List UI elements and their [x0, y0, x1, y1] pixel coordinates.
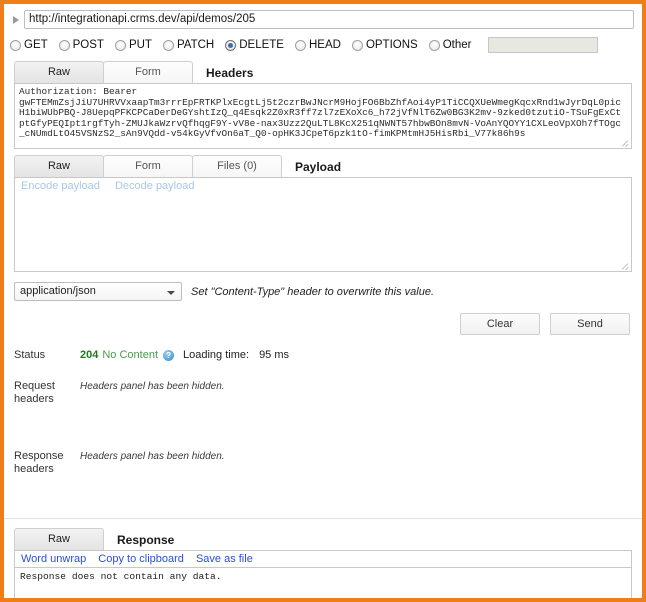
method-radio-head[interactable]: HEAD — [294, 39, 341, 51]
headers-tabstrip: Raw Form Headers — [4, 61, 642, 83]
radio-dot-icon — [294, 39, 306, 51]
content-type-row: application/json Set "Content-Type" head… — [14, 282, 632, 301]
payload-textarea-wrap — [14, 194, 632, 272]
radio-dot-icon — [114, 39, 126, 51]
save-as-file-link[interactable]: Save as file — [196, 553, 253, 565]
status-value: 204 No Content ? Loading time: 95 ms — [80, 349, 289, 361]
tab-headers-form[interactable]: Form — [103, 61, 193, 83]
url-row — [4, 4, 642, 33]
radio-dot-icon — [162, 39, 174, 51]
response-headers-label: Response headers — [14, 450, 80, 476]
result-info: Status 204 No Content ? Loading time: 95… — [14, 349, 642, 476]
response-headers-label-line1: Response — [14, 450, 64, 462]
url-input[interactable] — [24, 10, 634, 29]
method-label-get: GET — [24, 39, 48, 51]
response-toolbar: Word unwrap Copy to clipboard Save as fi… — [14, 550, 632, 567]
method-label-delete: DELETE — [239, 39, 284, 51]
request-headers-note: Headers panel has been hidden. — [80, 381, 225, 392]
custom-method-input[interactable] — [488, 37, 599, 53]
content-type-hint: Set "Content-Type" header to overwrite t… — [191, 285, 435, 298]
word-unwrap-link[interactable]: Word unwrap — [21, 553, 86, 565]
triangle-right-icon[interactable] — [8, 12, 24, 28]
help-circle-icon[interactable]: ? — [163, 349, 175, 361]
headers-textarea[interactable]: Authorization: Bearer gwFTEMmZsjJiU7UHRV… — [14, 83, 632, 149]
content-type-selected-value: application/json — [20, 285, 96, 297]
response-headers-note: Headers panel has been hidden. — [80, 451, 225, 462]
headers-section-title: Headers — [206, 66, 254, 80]
method-label-head: HEAD — [308, 39, 341, 51]
method-radio-get[interactable]: GET — [10, 39, 48, 51]
radio-dot-icon — [351, 39, 363, 51]
payload-toolbar: Encode payload Decode payload — [14, 177, 632, 194]
method-radio-options[interactable]: OPTIONS — [351, 39, 418, 51]
method-radio-put[interactable]: PUT — [114, 39, 152, 51]
method-label-post: POST — [72, 39, 104, 51]
request-headers-label-line1: Request — [14, 380, 55, 392]
headers-textarea-wrap: Authorization: Bearer gwFTEMmZsjJiU7UHRV… — [14, 83, 632, 149]
status-code: 204 — [80, 349, 99, 361]
tab-payload-form[interactable]: Form — [103, 155, 193, 177]
response-divider — [4, 518, 642, 519]
loading-time-label: Loading time: — [183, 349, 250, 361]
tab-payload-files[interactable]: Files (0) — [192, 155, 282, 177]
method-label-patch: PATCH — [176, 39, 215, 51]
status-label: Status — [14, 349, 46, 361]
response-section: Raw Response Word unwrap Copy to clipboa… — [4, 518, 642, 598]
loading-time-value: 95 ms — [259, 349, 290, 361]
http-method-radio-group: GET POST PUT PATCH DELETE HEAD OPTIONS O… — [4, 33, 642, 59]
request-headers-label-line2: headers — [14, 393, 54, 405]
method-radio-post[interactable]: POST — [58, 39, 104, 51]
response-tabstrip: Raw Response — [4, 528, 642, 550]
request-headers-row: Request headers Headers panel has been h… — [14, 380, 642, 406]
response-section-title: Response — [117, 533, 175, 547]
rest-client-body: GET POST PUT PATCH DELETE HEAD — [4, 4, 642, 598]
method-radio-delete[interactable]: DELETE — [225, 39, 284, 51]
payload-tabstrip: Raw Form Files (0) Payload — [4, 155, 642, 177]
method-radio-patch[interactable]: PATCH — [162, 39, 215, 51]
request-headers-value: Headers panel has been hidden. — [80, 380, 225, 392]
response-headers-row: Response headers Headers panel has been … — [14, 450, 642, 476]
encode-payload-link[interactable]: Encode payload — [21, 180, 100, 192]
chevron-down-icon — [167, 291, 175, 295]
decode-payload-link[interactable]: Decode payload — [115, 180, 195, 192]
method-label-other: Other — [442, 39, 472, 51]
response-body: Response does not contain any data. — [14, 567, 632, 598]
payload-textarea[interactable] — [14, 194, 632, 272]
radio-dot-selected-icon — [225, 39, 237, 51]
tab-headers-raw[interactable]: Raw — [14, 61, 104, 83]
action-buttons: Clear Send — [4, 313, 630, 335]
payload-section-title: Payload — [295, 160, 342, 174]
request-headers-label: Request headers — [14, 380, 80, 406]
method-label-options: OPTIONS — [365, 39, 418, 51]
content-type-select[interactable]: application/json — [14, 282, 182, 301]
radio-dot-icon — [10, 39, 21, 51]
rest-client-window: GET POST PUT PATCH DELETE HEAD — [0, 0, 646, 602]
radio-dot-icon — [58, 39, 70, 51]
tab-payload-raw[interactable]: Raw — [14, 155, 104, 177]
tab-response-raw[interactable]: Raw — [14, 528, 104, 550]
radio-dot-icon — [428, 39, 440, 51]
status-code-text: No Content — [102, 349, 159, 361]
response-headers-value: Headers panel has been hidden. — [80, 450, 225, 462]
status-row: Status 204 No Content ? Loading time: 95… — [14, 349, 642, 362]
method-radio-other[interactable]: Other — [428, 39, 472, 51]
response-headers-label-line2: headers — [14, 463, 54, 475]
send-button[interactable]: Send — [550, 313, 630, 335]
clear-button[interactable]: Clear — [460, 313, 540, 335]
method-label-put: PUT — [128, 39, 152, 51]
copy-to-clipboard-link[interactable]: Copy to clipboard — [98, 553, 184, 565]
